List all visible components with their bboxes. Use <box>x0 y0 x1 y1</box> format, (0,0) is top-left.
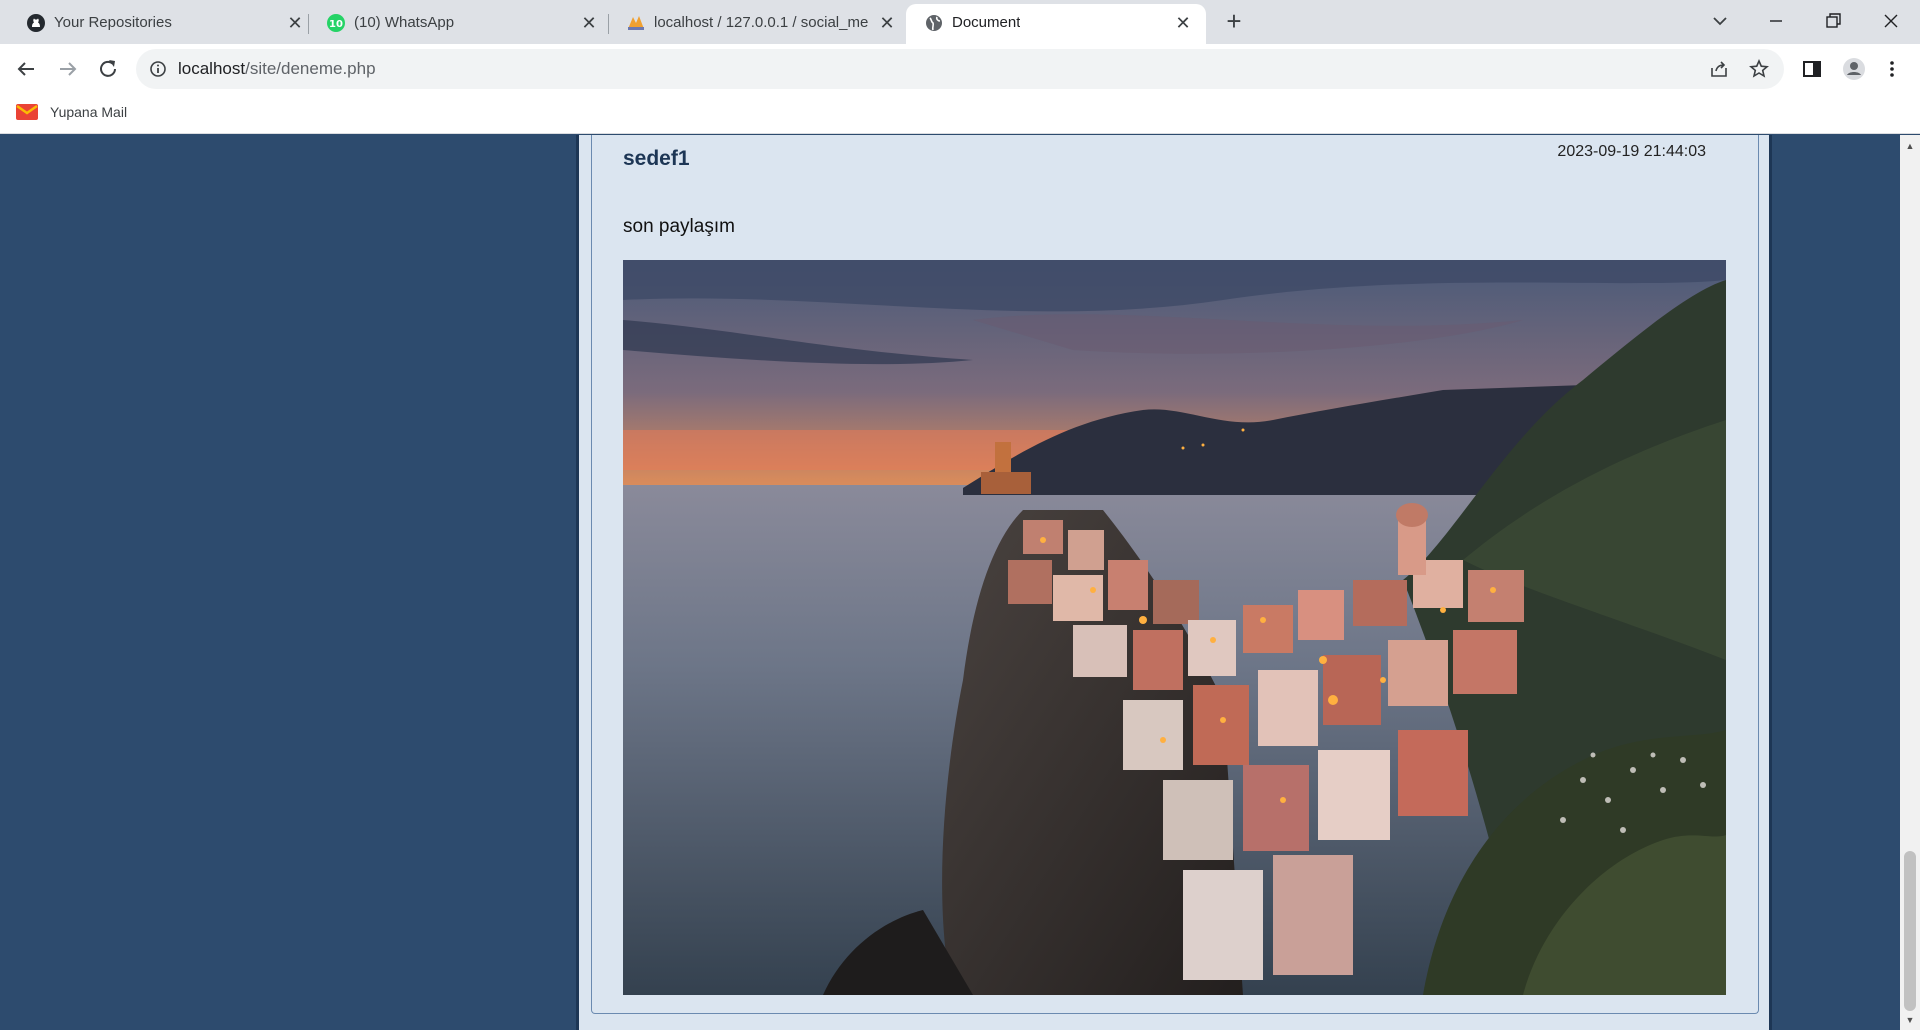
post-author[interactable]: sedef1 <box>623 147 690 171</box>
scroll-down-arrow-icon[interactable]: ▼ <box>1905 1015 1915 1025</box>
bookmark-label: Yupana Mail <box>50 104 128 120</box>
post-photo <box>623 260 1726 995</box>
github-icon <box>27 14 45 32</box>
gmail-icon <box>16 104 38 120</box>
bookmark-star-icon[interactable] <box>1748 58 1770 80</box>
whatsapp-icon: 10 <box>327 14 345 32</box>
new-tab-button[interactable]: + <box>1220 8 1248 36</box>
browser-toolbar: localhost/site/deneme.php <box>0 44 1920 94</box>
tab-phpmyadmin[interactable]: localhost / 127.0.0.1 / social_med ✕ <box>608 4 908 44</box>
tab-title: Your Repositories <box>54 14 172 31</box>
close-tab-icon[interactable]: ✕ <box>876 12 898 34</box>
close-tab-icon[interactable]: ✕ <box>1172 12 1194 34</box>
tab-your-repositories[interactable]: Your Repositories ✕ <box>8 4 308 44</box>
close-tab-icon[interactable]: ✕ <box>284 12 306 34</box>
restore-icon[interactable] <box>1818 6 1848 36</box>
phpmyadmin-icon <box>628 16 644 30</box>
globe-icon <box>926 15 942 31</box>
reload-icon[interactable] <box>94 55 122 83</box>
page-scrollbar[interactable]: ▲ ▼ <box>1900 135 1920 1030</box>
tab-search-icon[interactable] <box>1705 6 1735 36</box>
scroll-up-arrow-icon[interactable]: ▲ <box>1905 141 1915 151</box>
tab-title: (10) WhatsApp <box>354 14 455 31</box>
tab-document[interactable]: Document ✕ <box>906 4 1206 44</box>
tab-title: localhost / 127.0.0.1 / social_med <box>654 14 868 31</box>
share-icon[interactable] <box>1708 58 1730 80</box>
profile-avatar-icon[interactable] <box>1840 55 1868 83</box>
url-path: /site/deneme.php <box>245 59 376 78</box>
tab-title: Document <box>952 14 1021 31</box>
url-text[interactable]: localhost/site/deneme.php <box>178 59 376 79</box>
site-info-icon[interactable] <box>148 59 168 79</box>
kebab-menu-icon[interactable] <box>1878 55 1906 83</box>
bookmarks-bar: Yupana Mail <box>0 94 1920 134</box>
post-image[interactable] <box>623 260 1726 995</box>
close-window-icon[interactable] <box>1876 6 1906 36</box>
post-timestamp: 2023-09-19 21:44:03 <box>1557 143 1706 160</box>
bookmark-yupana-mail[interactable]: Yupana Mail <box>16 104 127 120</box>
close-tab-icon[interactable]: ✕ <box>578 12 600 34</box>
page-viewport: sedef1 2023-09-19 21:44:03 son paylaşım <box>0 135 1900 1030</box>
side-panel-icon[interactable] <box>1798 55 1826 83</box>
url-host: localhost <box>178 59 246 78</box>
tab-strip: Your Repositories ✕ 10 (10) WhatsApp ✕ l… <box>0 0 1920 44</box>
scroll-thumb[interactable] <box>1904 851 1916 1011</box>
whatsapp-badge: 10 <box>329 19 343 30</box>
tab-whatsapp[interactable]: 10 (10) WhatsApp ✕ <box>308 4 608 44</box>
minimize-icon[interactable] <box>1761 6 1791 36</box>
back-arrow-icon[interactable] <box>12 55 40 83</box>
address-bar[interactable]: localhost/site/deneme.php <box>136 49 1784 89</box>
forward-arrow-icon[interactable] <box>54 55 82 83</box>
post-text: son paylaşım <box>623 216 735 237</box>
